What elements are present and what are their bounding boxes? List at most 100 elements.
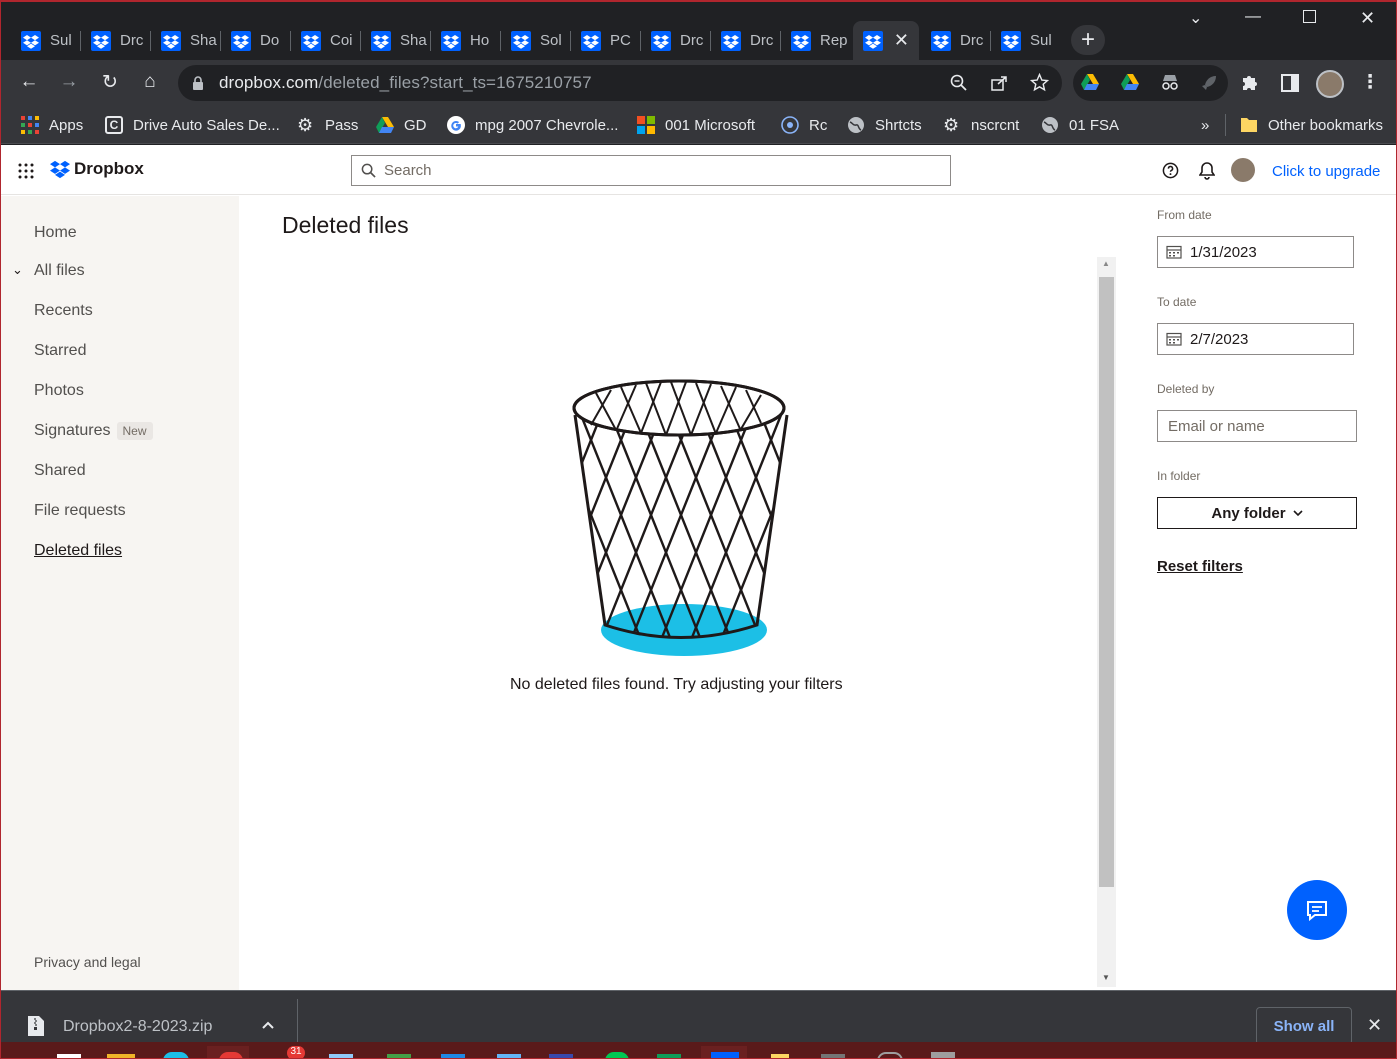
browser-tab[interactable]: Sol: [501, 21, 571, 60]
side-panel-icon[interactable]: [1281, 74, 1299, 92]
google-drive-icon[interactable]: [657, 1054, 681, 1058]
bookmark-item[interactable]: GD: [376, 114, 427, 136]
minimize-icon[interactable]: —: [1245, 8, 1261, 26]
chrome-menu-icon[interactable]: ⋮: [1358, 71, 1382, 94]
address-bar[interactable]: dropbox.com/deleted_files?start_ts=16752…: [178, 65, 1062, 101]
browser-tab[interactable]: Drc: [921, 21, 991, 60]
scrollbar-thumb[interactable]: [1099, 277, 1114, 887]
bookmark-item[interactable]: C Drive Auto Sales De...: [105, 114, 280, 136]
folder-dropdown[interactable]: Any folder: [1157, 497, 1357, 529]
window-close-icon[interactable]: ✕: [1360, 8, 1375, 29]
browser-tab[interactable]: Rep: [781, 21, 851, 60]
browser-tab[interactable]: Sul: [11, 21, 81, 60]
spy-extension-icon[interactable]: [1160, 74, 1180, 92]
reload-icon[interactable]: ↻: [98, 71, 122, 94]
taskbar-app-icon[interactable]: [877, 1052, 903, 1058]
taskbar-app-icon[interactable]: [931, 1052, 955, 1058]
privacy-legal-link[interactable]: Privacy and legal: [34, 954, 141, 970]
app-switcher-icon[interactable]: [18, 163, 34, 179]
scroll-down-arrow-icon[interactable]: ▼: [1102, 973, 1110, 982]
browser-tab[interactable]: Do: [221, 21, 291, 60]
sidebar-item-signatures[interactable]: Signatures New: [34, 421, 153, 440]
browser-tab[interactable]: Ho: [431, 21, 501, 60]
sidebar-item-shared[interactable]: Shared: [34, 462, 86, 480]
sidebar-item-photos[interactable]: Photos: [34, 382, 84, 400]
taskbar-app-icon[interactable]: [387, 1054, 411, 1058]
bookmark-item[interactable]: Shrtcts: [847, 114, 922, 136]
bookmark-item[interactable]: ⚙ nscrcnt: [943, 114, 1019, 136]
bookmark-star-icon[interactable]: [1030, 73, 1049, 92]
chevron-up-icon[interactable]: [262, 1021, 274, 1029]
sidebar-item-deleted-files[interactable]: Deleted files: [34, 542, 122, 560]
browser-tab-active[interactable]: ✕: [853, 21, 919, 60]
bookmark-item[interactable]: 001 Microsoft: [637, 114, 755, 136]
dropbox-taskbar-icon[interactable]: [711, 1052, 739, 1058]
browser-tab[interactable]: Drc: [711, 21, 781, 60]
bookmarks-overflow-button[interactable]: »: [1201, 114, 1209, 136]
taskbar-app-icon[interactable]: [163, 1052, 189, 1058]
taskbar-app-icon[interactable]: [821, 1054, 845, 1058]
rocket-extension-icon[interactable]: [1200, 74, 1218, 92]
chat-support-button[interactable]: [1287, 880, 1347, 940]
share-icon[interactable]: [990, 74, 1008, 92]
show-all-downloads-button[interactable]: Show all: [1256, 1007, 1352, 1045]
deleted-by-input[interactable]: Email or name: [1157, 410, 1357, 442]
browser-tab[interactable]: Sul: [991, 21, 1061, 60]
folder-icon: [1241, 118, 1257, 132]
account-avatar[interactable]: [1231, 158, 1255, 182]
scroll-up-arrow-icon[interactable]: ▲: [1102, 259, 1110, 268]
bookmark-item[interactable]: ⚙ Pass: [297, 114, 358, 136]
chrome-icon[interactable]: [219, 1052, 243, 1058]
google-drive-extension-icon[interactable]: [1121, 74, 1139, 90]
upgrade-link[interactable]: Click to upgrade: [1272, 163, 1380, 180]
extensions-puzzle-icon[interactable]: [1239, 73, 1259, 93]
reset-filters-button[interactable]: Reset filters: [1157, 558, 1243, 575]
new-tab-button[interactable]: +: [1071, 25, 1105, 55]
chevron-down-icon[interactable]: ⌄: [12, 262, 23, 278]
bookmark-item[interactable]: mpg 2007 Chevrole...: [447, 114, 618, 136]
search-input[interactable]: Search: [351, 155, 951, 186]
back-icon[interactable]: ←: [17, 71, 41, 93]
main-scrollbar[interactable]: ▲ ▼: [1097, 257, 1116, 987]
taskbar-app-icon[interactable]: [441, 1054, 465, 1058]
from-date-field[interactable]: 1/31/2023: [1157, 236, 1354, 268]
browser-tab[interactable]: Coi: [291, 21, 361, 60]
folder-icon[interactable]: [107, 1054, 135, 1058]
bookmark-item[interactable]: Rc: [781, 114, 827, 136]
home-icon[interactable]: ⌂: [138, 71, 162, 93]
other-bookmarks-folder[interactable]: Other bookmarks: [1240, 114, 1383, 136]
sidebar-item-recents[interactable]: Recents: [34, 302, 93, 320]
maximize-icon[interactable]: [1303, 10, 1316, 23]
bookmark-item[interactable]: 01 FSA: [1041, 114, 1119, 136]
calendar-icon: [1166, 332, 1182, 346]
notification-bell-icon[interactable]: [1199, 162, 1215, 180]
browser-tab[interactable]: Drc: [81, 21, 151, 60]
taskbar-app-icon[interactable]: [329, 1054, 353, 1058]
to-date-field[interactable]: 2/7/2023: [1157, 323, 1354, 355]
browser-tab[interactable]: PC: [571, 21, 641, 60]
sidebar-item-home[interactable]: Home: [34, 224, 77, 242]
google-drive-extension-icon[interactable]: [1081, 74, 1099, 90]
browser-tab[interactable]: Sha: [361, 21, 431, 60]
help-icon[interactable]: [1162, 162, 1179, 179]
browser-tab[interactable]: Drc: [641, 21, 711, 60]
dropbox-logo[interactable]: Dropbox: [49, 159, 144, 179]
taskbar-app-icon[interactable]: [549, 1054, 573, 1058]
profile-avatar[interactable]: [1316, 70, 1344, 98]
bookmark-apps[interactable]: Apps: [21, 114, 83, 136]
taskbar-app-icon[interactable]: [57, 1054, 81, 1058]
close-download-bar-icon[interactable]: ✕: [1367, 1015, 1382, 1036]
sidebar-item-all-files[interactable]: All files: [34, 262, 85, 280]
sidebar-item-file-requests[interactable]: File requests: [34, 502, 126, 520]
tab-close-icon[interactable]: ✕: [894, 30, 909, 51]
browser-tab[interactable]: Sha: [151, 21, 221, 60]
download-filename[interactable]: Dropbox2-8-2023.zip: [63, 1018, 212, 1036]
taskbar-app-icon[interactable]: [605, 1052, 629, 1058]
sidebar-item-starred[interactable]: Starred: [34, 342, 86, 360]
zoom-icon[interactable]: [950, 74, 968, 92]
taskbar-app-icon[interactable]: [771, 1054, 789, 1058]
forward-icon[interactable]: →: [57, 71, 81, 93]
tab-search-chevron-icon[interactable]: ⌄: [1189, 8, 1202, 28]
taskbar-app-icon[interactable]: [497, 1054, 521, 1058]
dropbox-favicon-icon: [791, 30, 811, 51]
